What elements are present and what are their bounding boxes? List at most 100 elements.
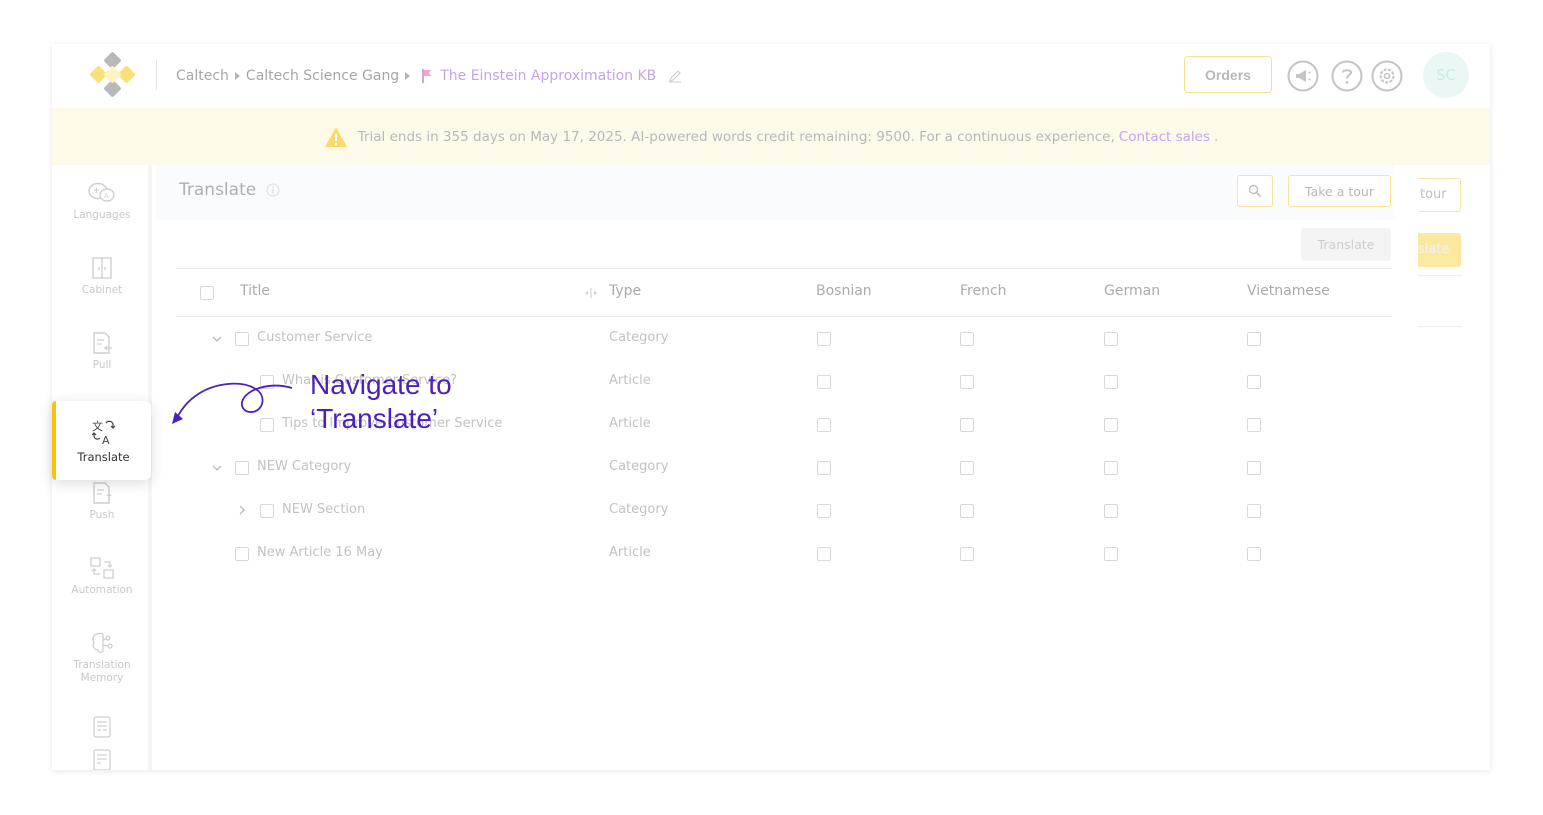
reports-icon [93,749,111,770]
column-header-bosnian[interactable]: Bosnian [816,283,872,299]
orders-button[interactable]: Orders [1184,56,1272,93]
sidebar-item-cabinet[interactable]: Cabinet [52,256,152,297]
german-checkbox[interactable] [1104,461,1118,475]
row-title[interactable]: Customer Service [257,330,372,345]
kb-name-link[interactable]: The Einstein Approximation KB [440,68,656,84]
take-tour-button[interactable]: Take a tour [1288,175,1391,207]
cabinet-icon [92,257,112,279]
column-header-title[interactable]: Title [240,283,270,299]
french-checkbox[interactable] [960,547,974,561]
bosnian-checkbox[interactable] [817,504,831,518]
column-resize-icon[interactable] [584,288,598,298]
sidebar-item-push[interactable]: Push [52,481,152,522]
row-type: Category [609,502,669,517]
svg-text:A: A [104,192,109,200]
vietnamese-checkbox[interactable] [1247,332,1261,346]
french-checkbox[interactable] [960,332,974,346]
row-checkbox[interactable] [235,461,249,475]
row-checkbox[interactable] [235,547,249,561]
svg-text:文: 文 [92,419,103,433]
breadcrumb-org[interactable]: Caltech [176,68,229,84]
german-checkbox[interactable] [1104,332,1118,346]
automation-icon [90,557,114,579]
vietnamese-checkbox[interactable] [1247,461,1261,475]
translate-label: Translate [77,450,130,464]
row-type: Article [609,373,651,388]
callout-line-2: ‘Translate’ [310,403,439,434]
bosnian-checkbox[interactable] [817,461,831,475]
german-checkbox[interactable] [1104,547,1118,561]
french-checkbox[interactable] [960,504,974,518]
sidebar-item-languages[interactable]: A Languages [52,181,152,222]
sidebar-item-pull[interactable]: Pull [52,331,152,372]
bosnian-checkbox[interactable] [817,332,831,346]
svg-text:A: A [102,434,110,445]
ghost-divider [1418,275,1462,276]
app-logo-icon[interactable] [88,52,138,100]
select-all-checkbox[interactable] [200,286,214,300]
sidebar-item-translate[interactable]: 文 A Translate [52,401,151,480]
vietnamese-checkbox[interactable] [1247,547,1261,561]
pull-icon [93,332,112,354]
push-icon [93,482,112,504]
row-checkbox[interactable] [260,504,274,518]
row-title[interactable]: NEW Category [257,459,351,474]
vietnamese-checkbox[interactable] [1247,504,1261,518]
gear-icon[interactable] [1371,60,1403,92]
vietnamese-checkbox[interactable] [1247,375,1261,389]
french-checkbox[interactable] [960,375,974,389]
column-header-german[interactable]: German [1104,283,1160,299]
bosnian-checkbox[interactable] [817,418,831,432]
contact-sales-link[interactable]: Contact sales [1119,129,1210,145]
row-type: Category [609,459,669,474]
german-checkbox[interactable] [1104,504,1118,518]
active-indicator [52,401,56,480]
pencil-edit-icon[interactable] [668,69,682,83]
table-row: NEW Category Category [176,446,1392,489]
translate-button[interactable]: Translate [1301,228,1391,261]
trial-message: Trial ends in 355 days on May 17, 2025. … [357,128,1115,145]
translation-memory-icon [92,632,113,653]
ghost-translate-button: slate [1418,233,1461,267]
french-checkbox[interactable] [960,418,974,432]
chevron-down-icon[interactable] [212,334,222,344]
sidebar-item-automation[interactable]: Automation [52,556,152,597]
sidebar-item-label: Cabinet [81,284,123,296]
row-checkbox[interactable] [235,332,249,346]
bosnian-checkbox[interactable] [817,375,831,389]
german-checkbox[interactable] [1104,375,1118,389]
sidebar-item-label: Pull [92,359,112,371]
column-header-vietnamese[interactable]: Vietnamese [1247,283,1330,299]
callout-text: Navigate to ‘Translate’ [310,368,452,436]
info-icon[interactable] [266,183,280,197]
table-row: Customer Service Category [176,317,1392,360]
breadcrumb-separator-icon [405,72,411,80]
trial-message-suffix: . [1214,128,1219,145]
sidebar-item-reports[interactable] [52,748,152,770]
chevron-down-icon[interactable] [212,463,222,473]
chevron-right-icon[interactable] [237,505,247,515]
sidebar-item-glossary[interactable] [52,715,152,743]
german-checkbox[interactable] [1104,418,1118,432]
row-type: Article [609,416,651,431]
bosnian-checkbox[interactable] [817,547,831,561]
user-avatar[interactable]: SC [1423,52,1469,98]
table-header: Title Type Bosnian French German Vietnam… [176,268,1392,317]
french-checkbox[interactable] [960,461,974,475]
row-title[interactable]: NEW Section [282,502,365,517]
vietnamese-checkbox[interactable] [1247,418,1261,432]
search-icon [1248,184,1262,198]
sidebar-item-label: Translation Memory [73,659,131,684]
column-header-type[interactable]: Type [609,283,641,299]
column-header-french[interactable]: French [960,283,1007,299]
search-button[interactable] [1237,175,1273,207]
sidebar-item-label: Languages [73,209,131,221]
kb-flag-icon [422,69,432,83]
sidebar-item-translation-memory[interactable]: Translation Memory [52,631,152,685]
breadcrumb-team[interactable]: Caltech Science Gang [246,68,399,84]
page-title: Translate [179,180,257,200]
row-title[interactable]: New Article 16 May [257,545,383,560]
megaphone-icon[interactable] [1287,60,1319,92]
callout-arrow-icon [172,382,293,424]
help-icon[interactable] [1331,60,1363,92]
